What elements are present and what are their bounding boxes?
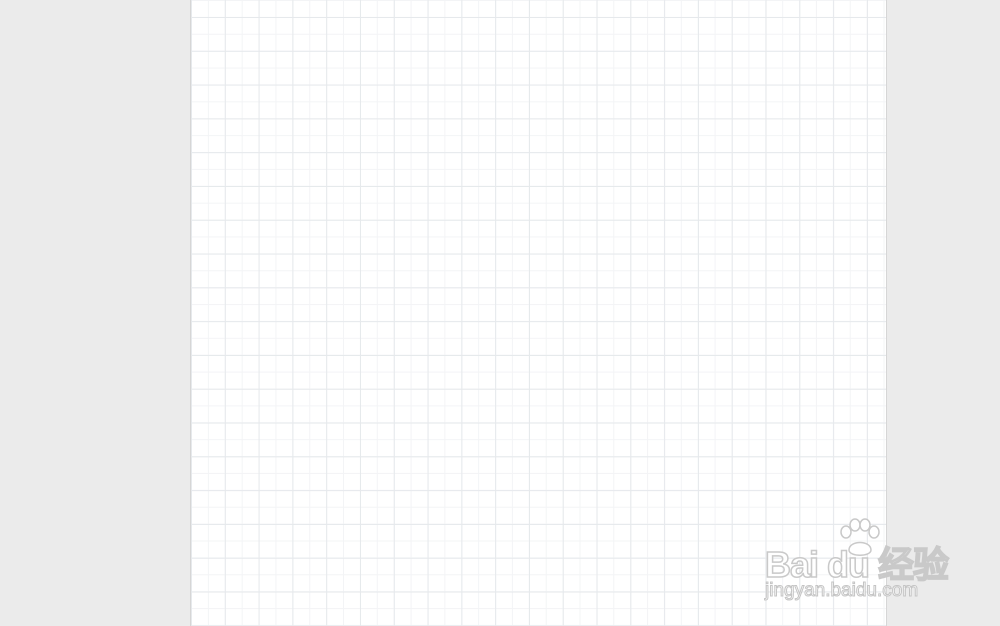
canvas-workspace[interactable] [0, 0, 1000, 626]
grid-paper-page[interactable] [190, 0, 887, 626]
